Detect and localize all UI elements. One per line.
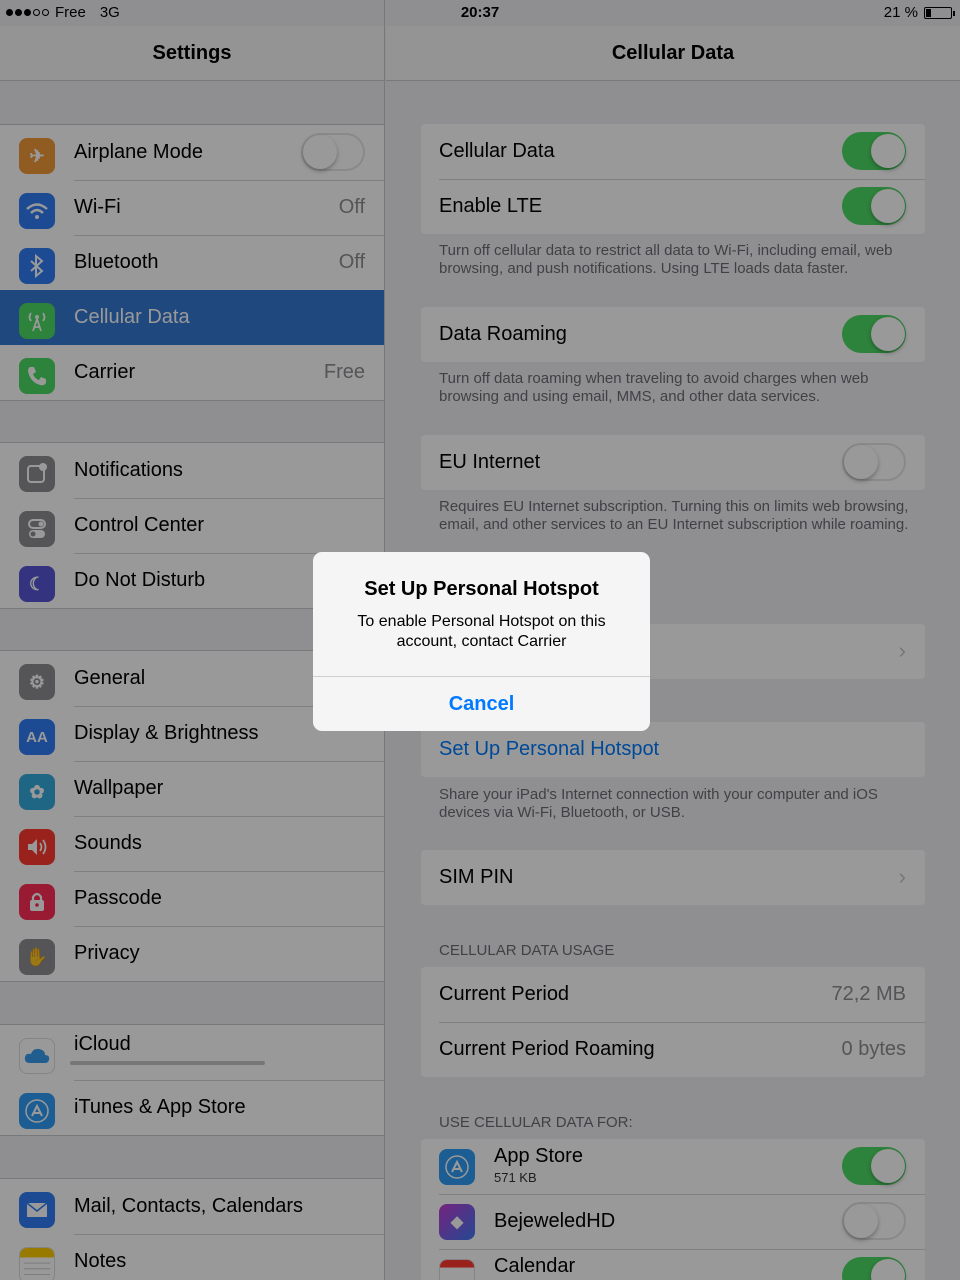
alert-message: To enable Personal Hotspot on this accou… — [357, 613, 606, 650]
alert-title: Set Up Personal Hotspot — [364, 578, 599, 600]
cancel-button[interactable]: Cancel — [313, 677, 650, 731]
hotspot-alert-dialog: Set Up Personal Hotspot To enable Person… — [313, 552, 650, 731]
